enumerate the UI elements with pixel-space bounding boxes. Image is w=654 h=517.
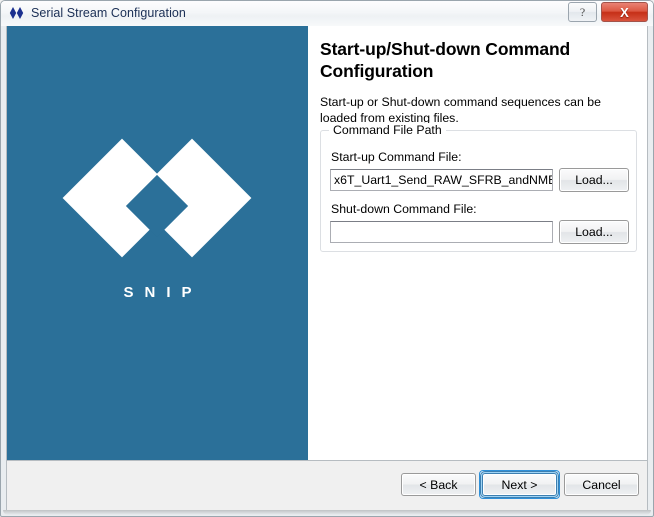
next-button[interactable]: Next >: [480, 471, 559, 498]
command-file-path-group: Command File Path Start-up Command File:…: [320, 123, 637, 252]
startup-command-file-label: Start-up Command File:: [331, 150, 462, 164]
back-button[interactable]: < Back: [401, 473, 476, 496]
page-description: Start-up or Shut-down command sequences …: [320, 95, 601, 125]
client-area: SNIP Start-up/Shut-down Command Configur…: [6, 26, 648, 510]
window-shadow: [3, 510, 651, 515]
help-icon: ?: [579, 4, 586, 19]
cancel-button[interactable]: Cancel: [564, 473, 639, 496]
startup-load-button[interactable]: Load...: [559, 168, 629, 192]
content-pane: Start-up/Shut-down Command Configuration…: [308, 26, 647, 460]
page-title: Start-up/Shut-down Command Configuration: [320, 39, 571, 81]
side-banner: SNIP: [7, 26, 308, 460]
shutdown-load-button[interactable]: Load...: [559, 220, 629, 244]
shutdown-command-file-label: Shut-down Command File:: [331, 202, 477, 216]
close-button[interactable]: X: [601, 2, 648, 22]
dialog-footer: < Back Next > Cancel: [7, 460, 647, 510]
snip-diamonds-icon: [9, 6, 25, 20]
logo-wordmark: SNIP: [123, 284, 203, 301]
startup-command-file-input[interactable]: x6T_Uart1_Send_RAW_SFRB_andNMEA.txt: [330, 169, 553, 191]
title-bar[interactable]: Serial Stream Configuration ? X: [0, 0, 654, 26]
shutdown-command-file-input[interactable]: [330, 221, 553, 243]
group-legend: Command File Path: [329, 123, 446, 137]
application-window: Serial Stream Configuration ? X SNIP Sta…: [0, 0, 654, 517]
help-button[interactable]: ?: [568, 2, 597, 22]
snip-logo: SNIP: [7, 136, 308, 301]
window-title: Serial Stream Configuration: [31, 6, 186, 20]
close-icon: X: [620, 4, 629, 20]
